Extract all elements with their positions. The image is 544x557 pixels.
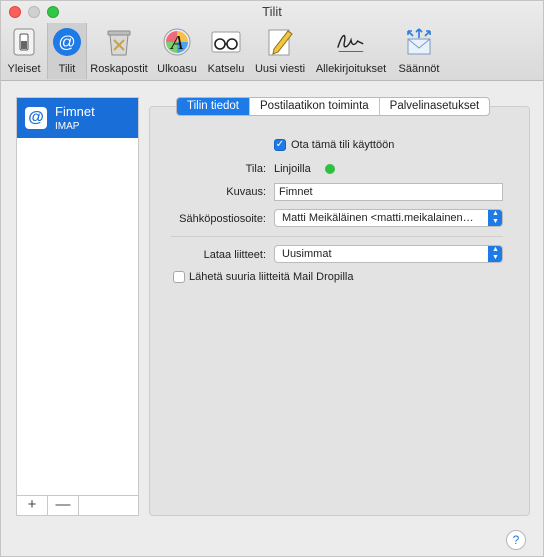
email-address-select[interactable]: Matti Meikäläinen <matti.meikalainen… ▲ ▼ [274,209,503,227]
account-name: Fimnet [55,104,95,119]
at-icon: @ [25,107,47,129]
trash-icon [103,26,135,58]
titlebar: Tilit Yleiset @ Tilit Roskapostit A Ulko… [1,1,543,81]
toolbar-label: Säännöt [398,63,440,75]
status-value: Linjoilla [274,163,311,175]
preferences-window: Tilit Yleiset @ Tilit Roskapostit A Ulko… [0,0,544,557]
toolbar-item-accounts[interactable]: @ Tilit [47,23,87,79]
tab-mailbox-behaviors[interactable]: Postilaatikon toiminta [250,98,380,115]
pencil-icon [264,26,296,58]
status-label: Tila: [245,163,266,175]
account-list-buttons: + — [17,495,138,515]
add-account-button[interactable]: + [17,496,48,515]
account-row-fimnet[interactable]: @ Fimnet IMAP [17,98,138,138]
description-field[interactable]: Fimnet [274,183,503,201]
accounts-list: @ Fimnet IMAP + — [16,97,139,516]
settings-tabs: Tilin tiedot Postilaatikon toiminta Palv… [176,97,491,116]
toolbar-label: Allekirjoitukset [315,63,387,75]
window-title: Tilit [262,4,282,19]
download-attachments-select[interactable]: Uusimmat ▲ ▼ [274,245,503,263]
toolbar-item-viewing[interactable]: Katselu [203,23,249,79]
svg-text:@: @ [58,33,75,52]
download-attachments-label: Lataa liitteet: [203,249,266,261]
email-label: Sähköpostiosoite: [179,213,266,225]
description-label: Kuvaus: [226,186,266,198]
account-type: IMAP [55,121,80,132]
enable-account-checkbox[interactable]: ✓ [274,139,286,151]
toolbar-item-rules[interactable]: Säännöt [391,23,447,79]
toolbar-item-general[interactable]: Yleiset [1,23,47,79]
toolbar-label: Roskapostit [90,63,148,75]
toolbar-item-signatures[interactable]: Allekirjoitukset [311,23,391,79]
font-icon: A [161,26,193,58]
switch-icon [8,26,40,58]
chevron-updown-icon: ▲ ▼ [488,210,502,226]
toolbar-label: Katselu [207,63,245,75]
toolbar-item-junk[interactable]: Roskapostit [87,23,151,79]
glasses-icon [210,26,242,58]
toolbar-label: Yleiset [7,63,41,75]
tab-account-info[interactable]: Tilin tiedot [177,98,250,115]
download-attachments-value: Uusimmat [282,248,332,260]
tab-server-settings[interactable]: Palvelinasetukset [380,98,489,115]
rules-icon [403,26,435,58]
mail-drop-label: Lähetä suuria liitteitä Mail Dropilla [189,271,354,283]
toolbar-label: Uusi viesti [254,63,306,75]
preferences-toolbar: Yleiset @ Tilit Roskapostit A Ulkoasu Ka… [1,23,447,79]
help-button[interactable]: ? [506,530,526,550]
signature-icon [335,26,367,58]
mail-drop-checkbox[interactable] [173,271,185,283]
section-divider [171,236,503,237]
toolbar-label: Ulkoasu [157,63,197,75]
svg-text:A: A [169,32,184,54]
chevron-updown-icon: ▲ ▼ [488,246,502,262]
enable-account-label: Ota tämä tili käyttöön [291,139,395,151]
toolbar-item-composing[interactable]: Uusi viesti [249,23,311,79]
remove-account-button[interactable]: — [48,496,79,515]
status-indicator [325,164,335,174]
toolbar-label: Tilit [58,63,76,75]
at-icon: @ [51,26,83,58]
toolbar-item-fonts-colors[interactable]: A Ulkoasu [151,23,203,79]
email-address-value: Matti Meikäläinen <matti.meikalainen… [282,212,474,224]
